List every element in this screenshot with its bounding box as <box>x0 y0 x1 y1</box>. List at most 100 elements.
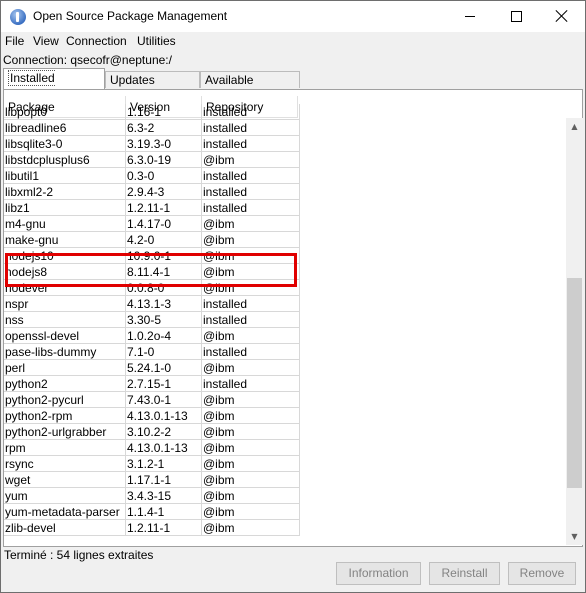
table-row[interactable]: python2-urlgrabber 3.10.2-2 @ibm <box>4 424 300 440</box>
table-row[interactable]: perl 5.24.1-0 @ibm <box>4 360 300 376</box>
column-separator <box>299 344 300 360</box>
column-separator <box>125 376 126 392</box>
reinstall-button[interactable]: Reinstall <box>429 562 500 585</box>
table-row[interactable]: python2 2.7.15-1 installed <box>4 376 300 392</box>
version-cell: 0.3-0 <box>127 169 155 183</box>
maximize-button[interactable] <box>493 1 539 31</box>
column-separator <box>299 328 300 344</box>
table-row[interactable]: libstdcplusplus6 6.3.0-19 @ibm <box>4 152 300 168</box>
column-separator <box>201 264 202 280</box>
table-row[interactable]: nodejs10 10.9.0-1 @ibm <box>4 248 300 264</box>
version-cell: 7.43.0-1 <box>127 393 172 407</box>
column-separator <box>299 152 300 168</box>
column-separator <box>125 184 126 200</box>
table-row[interactable]: python2-pycurl 7.43.0-1 @ibm <box>4 392 300 408</box>
table-row[interactable]: pase-libs-dummy 7.1-0 installed <box>4 344 300 360</box>
repository-cell: @ibm <box>203 233 235 247</box>
column-separator <box>125 488 126 504</box>
menu-connection[interactable]: Connection <box>66 34 127 48</box>
column-separator <box>299 504 300 520</box>
table-row[interactable]: nspr 4.13.1-3 installed <box>4 296 300 312</box>
table-row[interactable]: python2-rpm 4.13.0.1-13 @ibm <box>4 408 300 424</box>
packages-table[interactable]: Package Version Repository libpopt0 1.16-… <box>4 90 566 546</box>
table-row[interactable]: openssl-devel 1.0.2o-4 @ibm <box>4 328 300 344</box>
tab-available-packages[interactable]: Available packages <box>200 71 300 104</box>
repository-cell: @ibm <box>203 441 235 455</box>
scroll-down-icon[interactable]: ▼ <box>566 528 583 545</box>
package-cell: libutil1 <box>5 169 40 183</box>
table-row[interactable]: nodever 0.0.8-0 @ibm <box>4 280 300 296</box>
package-cell: openssl-devel <box>5 329 80 343</box>
column-separator <box>201 120 202 136</box>
table-row[interactable]: libutil1 0.3-0 installed <box>4 168 300 184</box>
repository-cell: @ibm <box>203 489 235 503</box>
tab-updates-available[interactable]: Updates available <box>105 71 200 104</box>
version-cell: 1.2.11-1 <box>127 201 171 215</box>
main-window: Open Source Package Management File View… <box>0 0 586 593</box>
scrollbar-thumb[interactable] <box>567 277 582 488</box>
tab-installed-packages[interactable]: Installed packages <box>3 68 105 105</box>
package-cell: rsync <box>5 457 34 471</box>
table-row[interactable]: nss 3.30-5 installed <box>4 312 300 328</box>
table-row[interactable]: yum-metadata-parser 1.1.4-1 @ibm <box>4 504 300 520</box>
remove-button[interactable]: Remove <box>508 562 576 585</box>
column-separator <box>201 440 202 456</box>
column-separator <box>299 168 300 184</box>
minimize-button[interactable] <box>447 1 493 31</box>
column-separator <box>201 504 202 520</box>
repository-cell: @ibm <box>203 457 235 471</box>
column-separator <box>125 136 126 152</box>
vertical-scrollbar[interactable]: ▲ ▼ <box>566 118 583 545</box>
table-row[interactable]: libpopt0 1.16-1 installed <box>4 104 300 120</box>
column-separator <box>299 264 300 280</box>
column-separator <box>201 312 202 328</box>
package-cell: nss <box>5 313 24 327</box>
column-separator <box>125 344 126 360</box>
title-bar[interactable]: Open Source Package Management <box>1 1 585 32</box>
version-cell: 2.7.15-1 <box>127 377 172 391</box>
close-button[interactable] <box>539 1 585 31</box>
table-row[interactable]: m4-gnu 1.4.17-0 @ibm <box>4 216 300 232</box>
repository-cell: installed <box>203 297 248 311</box>
column-separator <box>201 104 202 120</box>
table-row[interactable]: rsync 3.1.2-1 @ibm <box>4 456 300 472</box>
repository-cell: installed <box>203 377 248 391</box>
table-row[interactable]: nodejs8 8.11.4-1 @ibm <box>4 264 300 280</box>
column-separator <box>201 136 202 152</box>
table-row[interactable]: libxml2-2 2.9.4-3 installed <box>4 184 300 200</box>
table-row[interactable]: make-gnu 4.2-0 @ibm <box>4 232 300 248</box>
table-row[interactable]: libsqlite3-0 3.19.3-0 installed <box>4 136 300 152</box>
version-cell: 10.9.0-1 <box>127 249 172 263</box>
column-separator <box>125 168 126 184</box>
menu-file[interactable]: File <box>5 34 24 48</box>
column-separator <box>299 216 300 232</box>
repository-cell: @ibm <box>203 425 235 439</box>
column-separator <box>125 216 126 232</box>
table-row[interactable]: wget 1.17.1-1 @ibm <box>4 472 300 488</box>
version-cell: 3.19.3-0 <box>127 137 172 151</box>
repository-cell: @ibm <box>203 393 235 407</box>
version-cell: 1.0.2o-4 <box>127 329 172 343</box>
menu-view[interactable]: View <box>33 34 59 48</box>
table-row[interactable]: libreadline6 6.3-2 installed <box>4 120 300 136</box>
table-row[interactable]: yum 3.4.3-15 @ibm <box>4 488 300 504</box>
column-separator <box>299 232 300 248</box>
scroll-up-icon[interactable]: ▲ <box>566 118 583 135</box>
package-cell: libpopt0 <box>5 105 48 119</box>
table-row[interactable]: rpm 4.13.0.1-13 @ibm <box>4 440 300 456</box>
repository-cell: installed <box>203 137 248 151</box>
table-row[interactable]: zlib-devel 1.2.11-1 @ibm <box>4 520 300 536</box>
information-button[interactable]: Information <box>336 562 421 585</box>
column-separator <box>201 152 202 168</box>
package-cell: python2-pycurl <box>5 393 84 407</box>
package-cell: libz1 <box>5 201 30 215</box>
menu-utilities[interactable]: Utilities <box>137 34 176 48</box>
column-separator <box>299 488 300 504</box>
version-cell: 0.0.8-0 <box>127 281 165 295</box>
repository-cell: @ibm <box>203 505 235 519</box>
column-separator <box>125 360 126 376</box>
repository-cell: @ibm <box>203 361 235 375</box>
package-cell: nodejs10 <box>5 249 54 263</box>
table-row[interactable]: libz1 1.2.11-1 installed <box>4 200 300 216</box>
repository-cell: installed <box>203 105 248 119</box>
